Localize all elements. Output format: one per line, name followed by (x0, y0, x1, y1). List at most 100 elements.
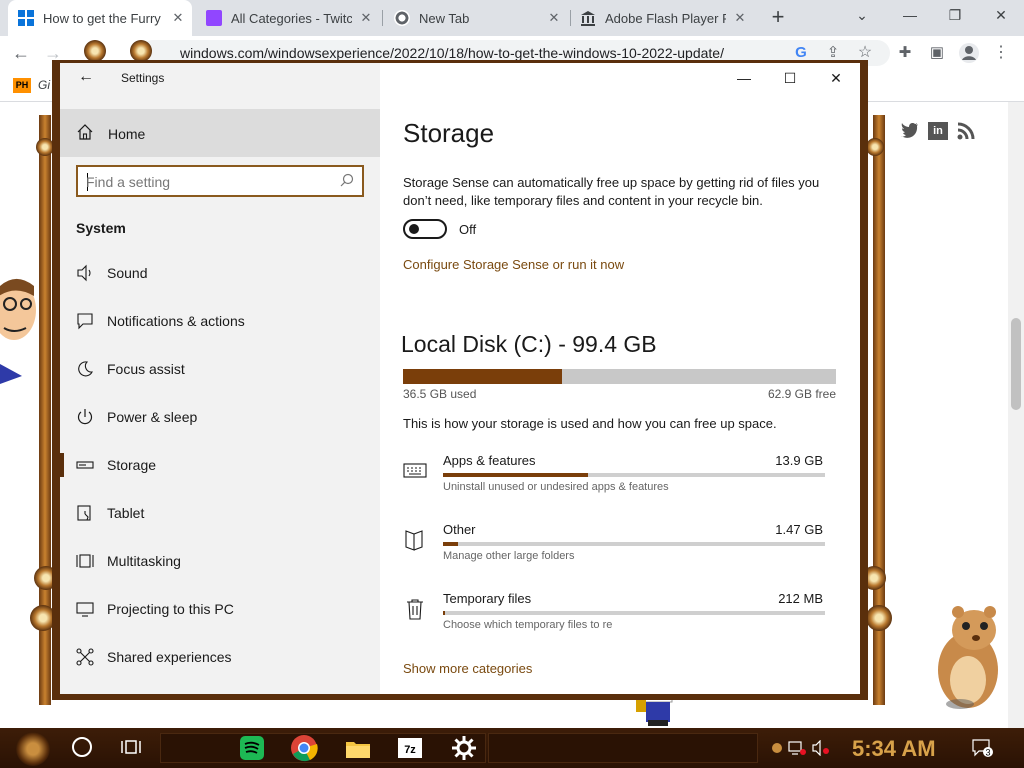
projecting-icon (76, 602, 94, 617)
category-bar (443, 611, 825, 615)
nav-item-notifications[interactable]: Notifications & actions (60, 297, 380, 345)
nav-item-label: Storage (107, 457, 157, 473)
pinned-apps-area (160, 733, 486, 763)
tab-title: New Tab (419, 10, 470, 26)
disk-title: Local Disk (C:) - 99.4 GB (401, 331, 657, 357)
nav-item-tablet[interactable]: Tablet (60, 489, 380, 537)
clock[interactable]: 5:34 AM (852, 736, 936, 762)
back-arrow-icon[interactable]: ← (10, 42, 32, 64)
nav-item-projecting[interactable]: Projecting to this PC (60, 585, 380, 633)
nav-item-label: Tablet (107, 505, 145, 521)
tab-title: Adobe Flash Player Pr (605, 10, 726, 26)
nav-item-label: Notifications & actions (107, 313, 245, 329)
settings-search[interactable] (76, 165, 364, 197)
nav-item-power-sleep[interactable]: Power & sleep (60, 393, 380, 441)
browser-tab[interactable]: New Tab ✕ (384, 0, 568, 36)
settings-window: ← Settings Home System Sound Notificatio… (52, 60, 868, 700)
storage-icon (76, 461, 94, 469)
nav-home[interactable]: Home (60, 109, 380, 157)
close-tab-icon[interactable]: ✕ (170, 10, 186, 26)
category-bar-fill (443, 611, 446, 615)
taskbar: 7z 5:34 AM 3 (0, 728, 1024, 768)
notification-center-icon[interactable]: 3 (972, 738, 994, 758)
restore-icon[interactable]: ❐ (941, 4, 969, 26)
close-tab-icon[interactable]: ✕ (358, 10, 374, 26)
tab-separator (382, 10, 383, 26)
minimize-icon[interactable]: — (724, 67, 764, 89)
category-other[interactable]: Other 1.47 GB Manage other large folders (403, 522, 833, 582)
nav-item-storage[interactable]: Storage (60, 441, 380, 489)
category-temporary-files[interactable]: Temporary files 212 MB Choose which temp… (403, 591, 833, 651)
gear-icon (866, 605, 892, 631)
close-tab-icon[interactable]: ✕ (732, 10, 748, 26)
nav-item-sound[interactable]: Sound (60, 249, 380, 297)
gear-icon (130, 40, 152, 62)
network-icon[interactable] (788, 740, 806, 756)
category-bar-fill (443, 542, 459, 546)
cortana-icon[interactable] (72, 737, 92, 757)
back-arrow-icon[interactable]: ← (78, 67, 98, 87)
page-scrollbar[interactable] (1008, 102, 1024, 728)
storage-sense-description: Storage Sense can automatically free up … (403, 175, 820, 208)
home-icon (77, 124, 93, 140)
nav-home-label: Home (108, 126, 146, 142)
tab-title: How to get the Furry (43, 10, 161, 26)
task-view-icon[interactable] (120, 737, 142, 757)
close-window-icon[interactable]: ✕ (987, 4, 1015, 26)
file-explorer-icon[interactable] (344, 734, 372, 762)
storage-usage-text: This is how your storage is used and how… (403, 416, 777, 431)
bookmark-label[interactable]: Gi (38, 78, 50, 92)
gear-icon[interactable] (450, 734, 478, 762)
category-name: Other (443, 522, 476, 537)
minimize-icon[interactable]: — (896, 4, 924, 26)
gear-icon[interactable] (768, 740, 786, 756)
browser-tab[interactable]: Adobe Flash Player Pr ✕ (570, 0, 754, 36)
speaker-icon (77, 264, 91, 282)
taskbar-empty-area (488, 733, 758, 763)
rss-icon[interactable] (956, 122, 976, 140)
extensions-icon[interactable]: ✚ (894, 42, 916, 64)
volume-muted-icon[interactable] (812, 740, 830, 756)
spotify-icon[interactable] (238, 734, 266, 762)
apps-features-icon (403, 463, 427, 478)
chrome-icon[interactable] (290, 734, 318, 762)
scroll-thumb[interactable] (1011, 318, 1021, 410)
start-button[interactable] (16, 732, 50, 766)
cartoon-character-icon (0, 279, 36, 384)
twitch-icon (206, 10, 222, 26)
profile-avatar[interactable] (958, 42, 980, 64)
show-more-categories-link[interactable]: Show more categories (403, 661, 532, 676)
search-input[interactable] (86, 173, 326, 191)
category-apps-features[interactable]: Apps & features 13.9 GB Uninstall unused… (403, 453, 833, 513)
storage-sense-toggle[interactable] (403, 219, 447, 239)
configure-storage-sense-link[interactable]: Configure Storage Sense or run it now (403, 257, 624, 272)
linkedin-icon[interactable]: in (928, 122, 948, 140)
tab-search-icon[interactable]: ⌄ (848, 4, 876, 26)
settings-sidebar: ← Settings Home System Sound Notificatio… (60, 63, 380, 694)
power-icon (77, 409, 93, 425)
bookmark-favicon: PH (13, 78, 31, 93)
menu-icon[interactable]: ⋮ (990, 42, 1012, 64)
7zip-icon[interactable]: 7z (396, 734, 424, 762)
nav-item-shared-experiences[interactable]: Shared experiences (60, 633, 380, 681)
nav-item-label: Projecting to this PC (107, 601, 234, 617)
notification-icon (77, 313, 93, 330)
nav-item-focus-assist[interactable]: Focus assist (60, 345, 380, 393)
new-tab-button[interactable]: + (767, 6, 789, 28)
browser-tab[interactable]: How to get the Furry ✕ (8, 0, 192, 36)
maximize-icon[interactable]: ☐ (770, 67, 810, 89)
tab-title: All Categories - Twitc (231, 10, 352, 26)
window-title: Settings (121, 71, 165, 85)
close-tab-icon[interactable]: ✕ (546, 10, 562, 26)
url-text: windows.com/windowsexperience/2022/10/18… (180, 45, 724, 61)
toggle-knob (409, 224, 419, 234)
nav-item-multitasking[interactable]: Multitasking (60, 537, 380, 585)
twitter-icon[interactable] (900, 122, 920, 140)
search-icon[interactable] (340, 173, 354, 187)
close-icon[interactable]: ✕ (816, 67, 856, 89)
disk-used-label: 36.5 GB used (403, 387, 477, 401)
nav-item-label: Focus assist (107, 361, 185, 377)
side-panel-icon[interactable]: ▣ (926, 42, 948, 64)
browser-tab[interactable]: All Categories - Twitc ✕ (196, 0, 380, 36)
gear-icon (866, 138, 884, 156)
